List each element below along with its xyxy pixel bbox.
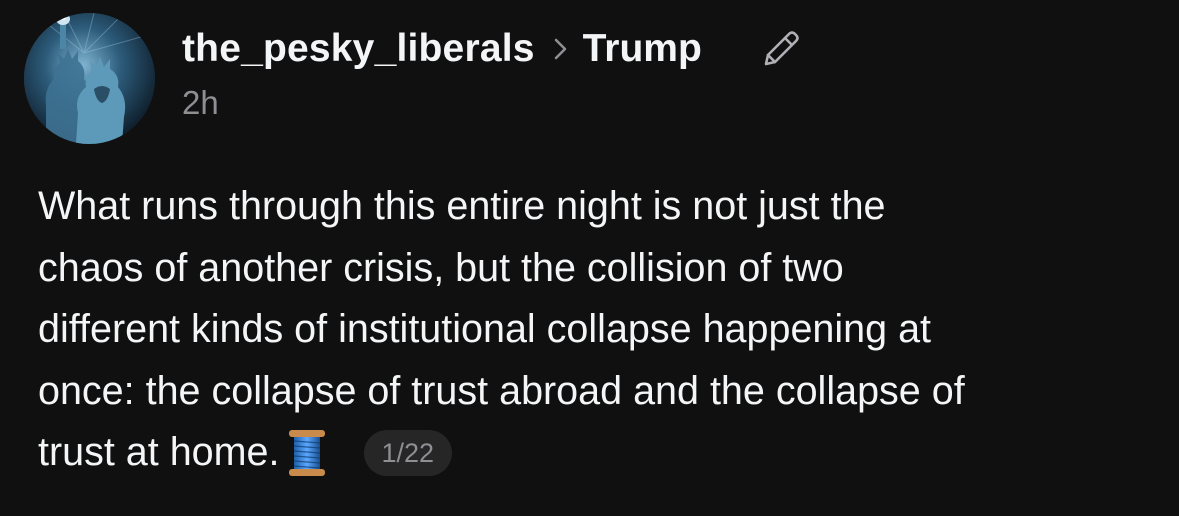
thread-post: the_pesky_liberals Trump 2h What runs th… — [0, 0, 1179, 516]
post-text-line: trust at home. — [38, 430, 280, 474]
avatar[interactable] — [24, 13, 155, 144]
post-text-line: different kinds of institutional collaps… — [38, 307, 932, 351]
post-body: What runs through this entire night is n… — [38, 176, 1158, 484]
edit-pencil-icon[interactable] — [758, 26, 804, 72]
community-link[interactable]: Trump — [583, 27, 702, 71]
post-text-line: once: the collapse of trust abroad and t… — [38, 368, 965, 413]
post-text-line: chaos of another crisis, but the collisi… — [38, 245, 844, 290]
spool-of-thread-icon — [288, 429, 325, 476]
post-timestamp: 2h — [182, 84, 219, 121]
post-text-line: What runs through this entire night is n… — [38, 184, 886, 228]
username-link[interactable]: the_pesky_liberals — [182, 27, 535, 71]
statue-of-liberty-icon — [24, 13, 155, 144]
thread-position-badge: 1/22 — [363, 429, 453, 476]
post-header: the_pesky_liberals Trump — [182, 22, 804, 76]
post-last-line: trust at home. 1/22 — [38, 422, 453, 484]
chevron-right-icon — [554, 38, 566, 60]
